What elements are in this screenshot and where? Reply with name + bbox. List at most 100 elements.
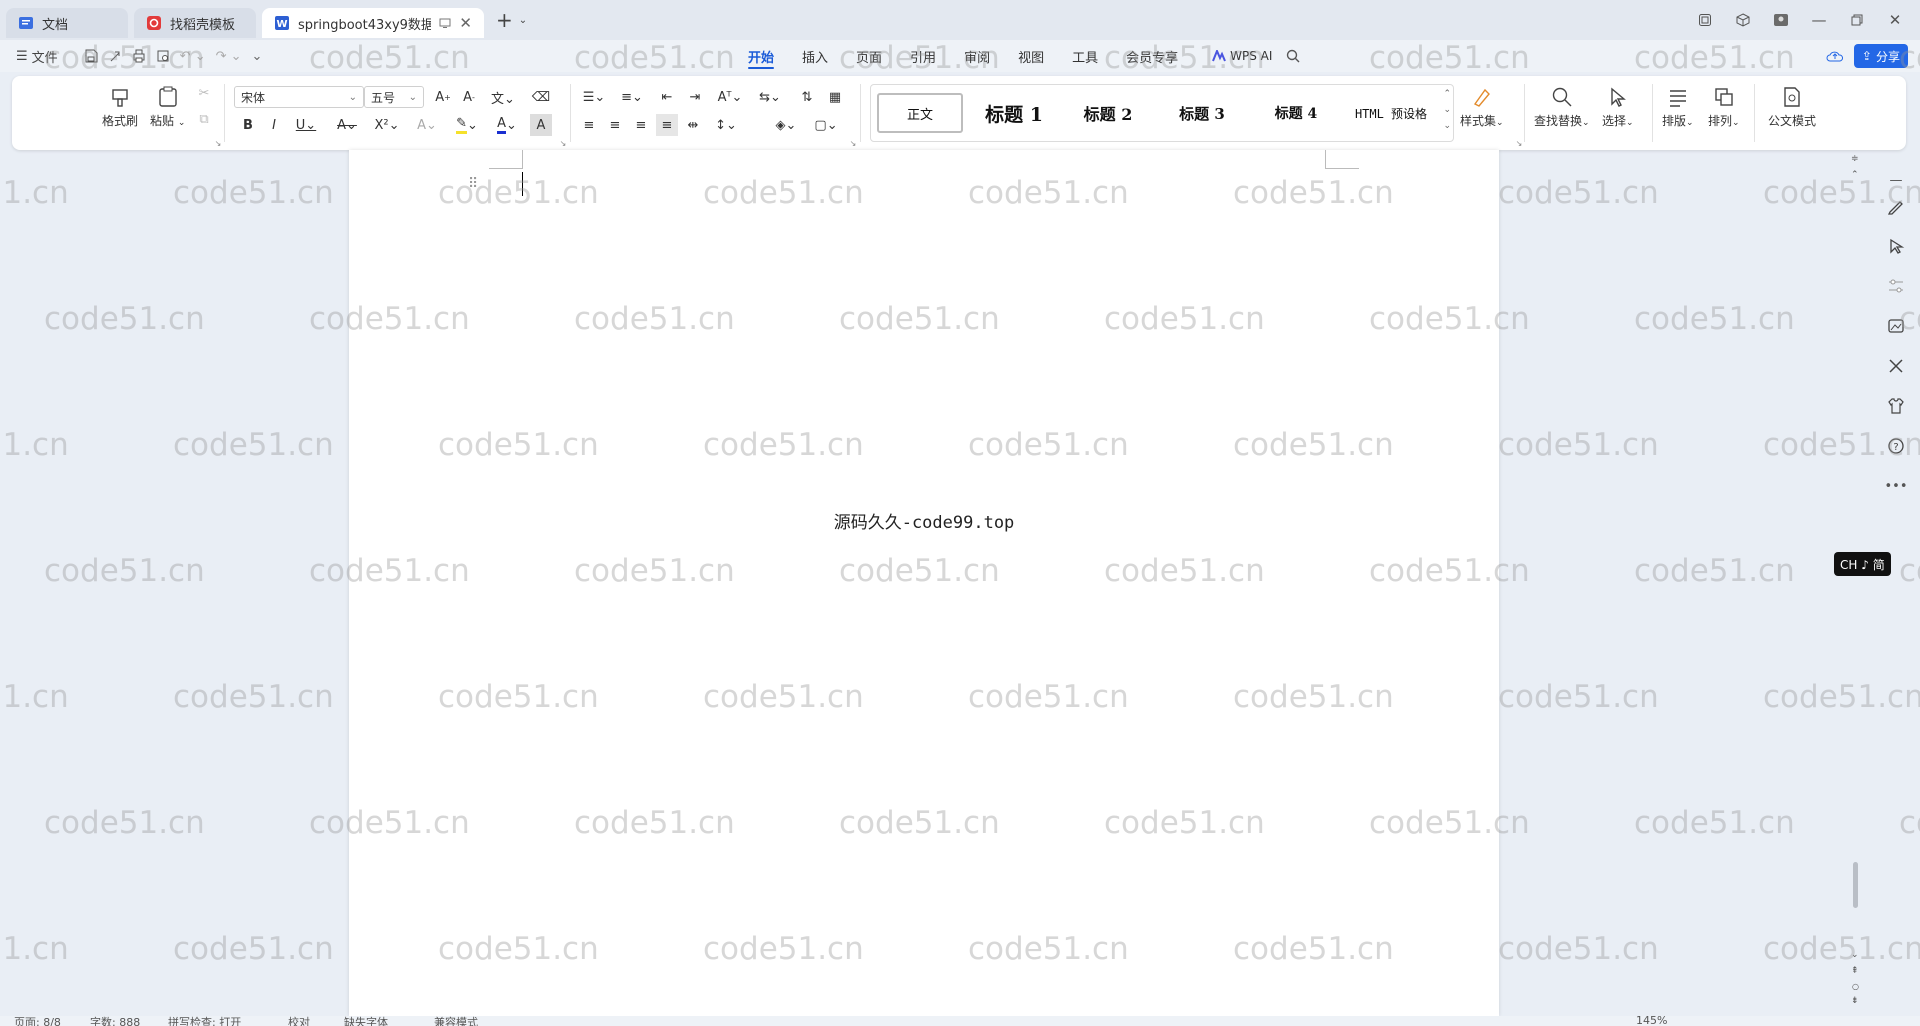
image-edit-icon[interactable]	[1884, 314, 1908, 338]
redo-icon[interactable]: ↷ ⌄	[216, 49, 242, 64]
border-icon[interactable]: ▢⌄	[810, 114, 842, 136]
avatar[interactable]	[1764, 5, 1798, 35]
print-preview-icon[interactable]	[156, 49, 170, 63]
export-icon[interactable]	[108, 49, 122, 63]
close-tab-icon[interactable]: ✕	[459, 14, 472, 32]
window-layout-icon[interactable]	[1688, 5, 1722, 35]
underline-icon[interactable]: U⌄	[289, 114, 323, 136]
font-name-select[interactable]: 宋体 ⌄	[234, 86, 364, 108]
gallery-down-icon[interactable]: ⌄	[1443, 105, 1451, 115]
phonetic-guide-icon[interactable]: ⽂⌄	[486, 86, 520, 108]
document-page[interactable]: ⠿ 源码久久-code99.top	[349, 150, 1499, 1016]
drag-handle-icon[interactable]: ⠿	[468, 176, 478, 192]
align-left-icon[interactable]: ≡	[578, 114, 600, 136]
undo-icon[interactable]: ↶ ⌄	[180, 49, 206, 64]
line-sort-icon[interactable]: ⇆⌄	[754, 86, 786, 108]
close-window-icon[interactable]: ✕	[1878, 5, 1912, 35]
status-word-count[interactable]: 字数: 888	[90, 1016, 140, 1026]
tab-home[interactable]: 开始	[734, 40, 788, 72]
official-document-mode-button[interactable]: 公文模式	[1768, 86, 1816, 129]
tab-docs[interactable]: 文档	[6, 8, 128, 38]
tab-member[interactable]: 会员专享	[1112, 40, 1192, 72]
clear-format-icon[interactable]: ⌫	[530, 86, 552, 108]
increase-font-icon[interactable]: A +	[432, 86, 454, 108]
collapse-icon[interactable]: —	[1884, 168, 1908, 192]
style-heading-2[interactable]: 标题 2	[1065, 93, 1151, 133]
help-icon[interactable]: ?	[1884, 434, 1908, 458]
arrange-button[interactable]: 排列⌄	[1708, 86, 1740, 129]
text-direction-icon[interactable]: Aᵀ⌄	[714, 86, 746, 108]
style-heading-1[interactable]: 标题 1	[971, 93, 1057, 133]
more-icon[interactable]: •••	[1884, 474, 1908, 498]
tab-current-document[interactable]: W springboot43xy9数据库文档 ✕	[262, 8, 484, 38]
cloud-upload-icon[interactable]	[1826, 49, 1844, 63]
tab-tools[interactable]: 工具	[1058, 40, 1112, 72]
tab-docer-templates[interactable]: 找稻壳模板	[134, 8, 256, 38]
tab-view[interactable]: 视图	[1004, 40, 1058, 72]
cut-icon[interactable]: ✂	[193, 82, 215, 104]
justify-icon[interactable]: ≡	[656, 114, 678, 136]
status-zoom[interactable]: 145%	[1636, 1016, 1667, 1026]
style-heading-3[interactable]: 标题 3	[1159, 93, 1245, 133]
style-set-button[interactable]: 样式集⌄	[1460, 86, 1504, 129]
copy-icon[interactable]: ⧉	[193, 108, 215, 130]
select-browse-icon[interactable]: ○	[1852, 982, 1859, 991]
sort-icon[interactable]: ⇅	[796, 86, 818, 108]
pen-icon[interactable]	[1884, 194, 1908, 218]
shirt-icon[interactable]	[1884, 394, 1908, 418]
style-heading-4[interactable]: 标题 4	[1253, 93, 1339, 133]
save-icon[interactable]	[84, 49, 98, 63]
select-button[interactable]: 选择⌄	[1602, 86, 1634, 129]
decrease-font-icon[interactable]: A-	[458, 86, 480, 108]
tools-icon[interactable]	[1884, 354, 1908, 378]
line-spacing-icon[interactable]: ↕⌄	[710, 114, 742, 136]
prev-page-icon[interactable]: ⇞	[1851, 966, 1859, 976]
style-normal[interactable]: 正文	[877, 93, 963, 133]
tab-insert[interactable]: 插入	[788, 40, 842, 72]
restore-icon[interactable]	[1840, 5, 1874, 35]
find-replace-button[interactable]: 查找替换⌄	[1534, 86, 1590, 129]
settings-sliders-icon[interactable]	[1884, 274, 1908, 298]
gallery-expand-icon[interactable]: ⌄	[1443, 121, 1451, 131]
print-icon[interactable]	[132, 49, 146, 63]
cube-icon[interactable]	[1726, 5, 1760, 35]
numbered-list-icon[interactable]: ≡⌄	[616, 86, 648, 108]
font-size-select[interactable]: 五号 ⌄	[364, 86, 424, 108]
layout-button[interactable]: 排版⌄	[1662, 86, 1694, 129]
status-proofread[interactable]: 校对	[288, 1016, 310, 1026]
decrease-indent-icon[interactable]: ⇤	[656, 86, 678, 108]
increase-indent-icon[interactable]: ⇥	[684, 86, 706, 108]
vertical-scrollbar[interactable]: ≑ ⌃ ⌄ ⇞ ○ ⇟	[1849, 150, 1863, 1016]
file-menu[interactable]: ☰ 文件	[16, 47, 58, 66]
more-quick-actions-icon[interactable]: ⌄	[252, 49, 263, 64]
text-effect-icon[interactable]: A⌄	[410, 114, 444, 136]
italic-icon[interactable]: I	[263, 114, 285, 136]
scroll-top-icon[interactable]: ≑	[1851, 154, 1859, 164]
tab-page[interactable]: 页面	[842, 40, 896, 72]
scroll-down-icon[interactable]: ⌄	[1851, 950, 1859, 960]
tab-review[interactable]: 审阅	[950, 40, 1004, 72]
align-center-icon[interactable]: ≡	[604, 114, 626, 136]
share-button[interactable]: ⇪ 分享	[1853, 44, 1908, 68]
scroll-up-icon[interactable]: ⌃	[1851, 170, 1859, 180]
status-spellcheck[interactable]: 拼写检查: 打开	[168, 1016, 241, 1026]
align-right-icon[interactable]: ≡	[630, 114, 652, 136]
bold-icon[interactable]: B	[237, 114, 259, 136]
shading-icon[interactable]: ◈⌄	[770, 114, 802, 136]
select-arrow-icon[interactable]	[1884, 234, 1908, 258]
char-shading-icon[interactable]: A	[530, 114, 552, 136]
bullet-list-icon[interactable]: ☰⌄	[578, 86, 610, 108]
superscript-icon[interactable]: X²⌄	[370, 114, 404, 136]
distribute-icon[interactable]: ⇹	[682, 114, 704, 136]
table-tools-icon[interactable]: ▦	[824, 86, 846, 108]
wps-ai-button[interactable]: WPS AI	[1192, 49, 1272, 63]
status-page[interactable]: 页面: 8/8	[14, 1016, 61, 1026]
paste-button[interactable]: 粘贴 ⌄	[150, 86, 185, 129]
status-compat-mode[interactable]: 兼容模式	[434, 1016, 478, 1026]
scroll-thumb[interactable]	[1853, 862, 1858, 908]
style-html-preformatted[interactable]: HTML 预设格	[1343, 93, 1439, 133]
strikethrough-icon[interactable]: A⌄	[330, 114, 364, 136]
next-page-icon[interactable]: ⇟	[1851, 996, 1859, 1006]
highlight-icon[interactable]: ✎ ⌄	[450, 114, 484, 136]
search-icon[interactable]	[1286, 49, 1300, 63]
